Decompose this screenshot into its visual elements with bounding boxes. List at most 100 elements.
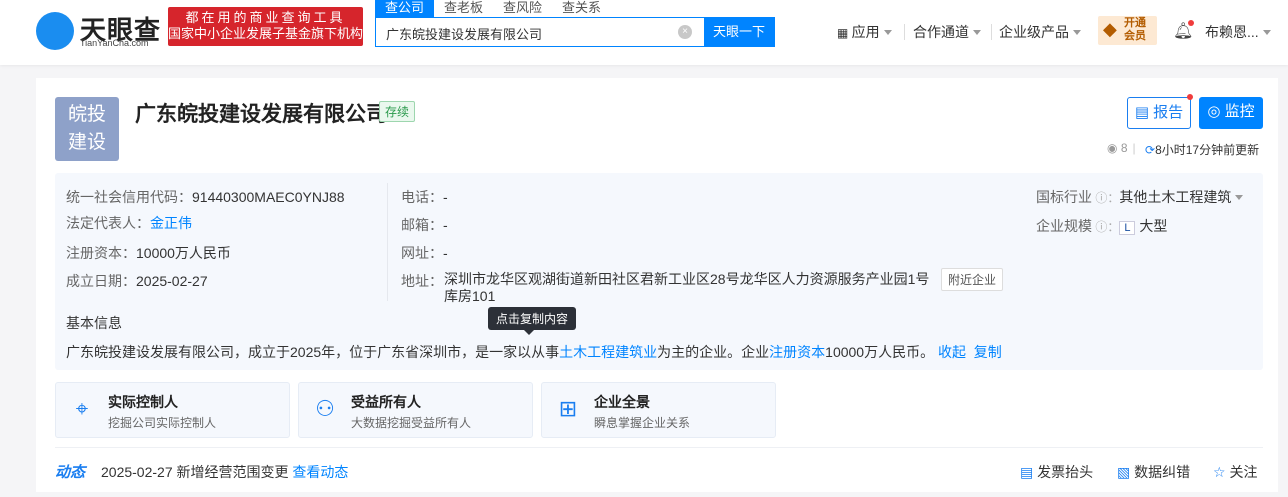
card-title: 企业全景 xyxy=(594,394,650,410)
monitor-label: 监控 xyxy=(1224,103,1255,120)
label: 企业规模 xyxy=(1036,218,1092,234)
phone: - xyxy=(443,189,448,205)
search-button[interactable]: 天眼一下 xyxy=(704,18,774,46)
tab-boss[interactable]: 查老板 xyxy=(434,0,493,17)
label: 统一社会信用代码： xyxy=(66,189,192,205)
report-button[interactable]: ▤ 报告 xyxy=(1127,97,1191,129)
divider xyxy=(991,24,992,40)
monitor-button[interactable]: ◎ 监控 xyxy=(1199,97,1263,129)
search-box: 广东皖投建设发展有限公司 × 天眼一下 xyxy=(375,17,775,47)
label: 国标行业 xyxy=(1036,189,1092,205)
copy-tooltip: 点击复制内容 xyxy=(488,307,577,335)
copy-link[interactable]: 复制 xyxy=(974,344,1002,360)
label: 邮箱： xyxy=(401,217,443,233)
desc-text: 为主的企业。企业 xyxy=(657,344,770,360)
industry-row[interactable]: 国标行业 ⓘ：其他土木工程建筑 xyxy=(1036,187,1244,207)
slogan-2: 国家中小企业发展子基金旗下机构 xyxy=(168,26,364,41)
person-icon: ⚇ xyxy=(315,396,335,421)
invoice-icon: ▤ xyxy=(1020,464,1038,480)
nav-enterprise[interactable]: 企业级产品 xyxy=(999,22,1081,42)
org-chart-icon: ⊞ xyxy=(558,396,578,421)
caret-icon xyxy=(1073,30,1081,39)
eye-icon: ◉ xyxy=(1107,141,1121,155)
company-name[interactable]: 广东皖投建设发展有限公司 xyxy=(135,98,387,128)
search-input[interactable]: 广东皖投建设发展有限公司 xyxy=(386,24,542,43)
divider xyxy=(387,183,388,301)
nav-partner-label: 合作通道 xyxy=(913,24,969,40)
credit-code-row[interactable]: 统一社会信用代码：91440300MAEC0YNJ88 xyxy=(66,187,345,207)
correct-label: 数据纠错 xyxy=(1134,464,1191,480)
scale-row: 企业规模 ⓘ： L 大型 xyxy=(1036,216,1167,236)
tab-risk[interactable]: 查风险 xyxy=(493,0,552,17)
desc-text: 10000万人民币。 xyxy=(825,344,935,360)
address[interactable]: 深圳市龙华区观湖街道新田社区君新工业区28号龙华区人力资源服务产业园1号库房10… xyxy=(444,271,934,305)
chevron-down-icon xyxy=(1235,195,1244,204)
label: 法定代表人： xyxy=(66,215,150,231)
dynamic-row: 2025-02-27 新增经营范围变更 查看动态 xyxy=(101,462,348,482)
slogan-banner[interactable]: 都在用的商业查询工具 国家中小企业发展子基金旗下机构 xyxy=(168,7,363,46)
address-label: 地址： xyxy=(401,273,443,289)
grid-icon: ▦ xyxy=(837,26,852,40)
document-icon: ▤ xyxy=(1134,104,1154,121)
label: 成立日期： xyxy=(66,273,136,289)
nav-partner[interactable]: 合作通道 xyxy=(913,22,981,42)
report-dot xyxy=(1187,94,1193,100)
legal-rep-row: 法定代表人：金正伟 xyxy=(66,213,192,233)
quick-card-panorama[interactable]: ⊞ 企业全景瞬息掌握企业关系 xyxy=(541,382,776,438)
industry-link[interactable]: 土木工程建筑业 xyxy=(559,344,657,360)
correct-icon: ▧ xyxy=(1117,464,1135,480)
slogan-1: 都在用的商业查询工具 xyxy=(185,10,346,25)
views: 8 xyxy=(1120,141,1128,155)
updated-text: 8小时17分钟前更新 xyxy=(1155,143,1260,157)
scale-badge: L xyxy=(1119,221,1136,235)
status-badge: 存续 xyxy=(379,101,416,122)
company-description: 广东皖投建设发展有限公司，成立于2025年，位于广东省深圳市，是一家以从事土木工… xyxy=(66,342,1002,362)
nav-apps[interactable]: ▦ 应用 xyxy=(837,22,892,42)
scale: 大型 xyxy=(1139,218,1168,234)
capital-row: 注册资本：10000万人民币 xyxy=(66,243,231,263)
tab-company[interactable]: 查公司 xyxy=(375,0,435,17)
invoice-button[interactable]: ▤ 发票抬头 xyxy=(1020,462,1093,482)
caret-icon xyxy=(883,30,892,39)
label: 网址： xyxy=(401,245,443,261)
collapse-link[interactable]: 收起 xyxy=(938,344,966,360)
vip-button[interactable]: ◆ 开通 会员 xyxy=(1098,16,1157,45)
nav-enterprise-label: 企业级产品 xyxy=(999,24,1069,40)
user-menu[interactable]: 布赖恩... xyxy=(1205,22,1271,42)
invoice-label: 发票抬头 xyxy=(1037,464,1094,480)
dynamic-label: 动态 xyxy=(55,464,86,481)
vip-1: 开通 xyxy=(1124,17,1146,29)
nearby-button[interactable]: 附近企业 xyxy=(941,268,1004,291)
search-tabs: 查公司 查老板 查风险 查关系 xyxy=(375,0,611,17)
logo-line-1: 皖投 xyxy=(67,104,106,125)
website: - xyxy=(443,245,448,261)
follow-button[interactable]: ☆ 关注 xyxy=(1213,462,1257,482)
quick-card-beneficiary[interactable]: ⚇ 受益所有人 大数据挖掘受益所有人 xyxy=(298,382,533,438)
view-count: ◉ 8 | xyxy=(1107,141,1136,155)
legal-rep-link[interactable]: 金正伟 xyxy=(150,215,192,231)
basic-info-title: 基本信息 xyxy=(66,315,122,331)
divider xyxy=(55,447,1263,448)
date: 2025-02-27 xyxy=(136,273,208,289)
star-icon: ☆ xyxy=(1213,464,1230,480)
vip-2: 会员 xyxy=(1124,30,1146,42)
tab-relation[interactable]: 查关系 xyxy=(552,0,611,17)
dynamic-text: 2025-02-27 新增经营范围变更 xyxy=(101,464,289,480)
card-title: 实际控制人 xyxy=(108,394,178,410)
quick-card-controller[interactable]: ⌖ 实际控制人 挖掘公司实际控制人 xyxy=(55,382,290,438)
caret-icon xyxy=(973,30,981,39)
vip-label: 开通 会员 xyxy=(1124,17,1146,43)
update-time[interactable]: ⟳8小时17分钟前更新 xyxy=(1145,141,1259,158)
user-name: 布赖恩... xyxy=(1205,24,1259,40)
view-dynamic-link[interactable]: 查看动态 xyxy=(292,464,348,480)
logo-icon[interactable] xyxy=(36,12,74,50)
capital-link[interactable]: 注册资本 xyxy=(769,344,825,360)
card-sub: 瞬息掌握企业关系 xyxy=(594,416,691,430)
correct-button[interactable]: ▧ 数据纠错 xyxy=(1117,462,1190,482)
card-title: 受益所有人 xyxy=(351,394,421,410)
email-row: 邮箱：- xyxy=(401,215,448,235)
clear-icon[interactable]: × xyxy=(678,25,692,39)
report-label: 报告 xyxy=(1153,104,1184,121)
follow-label: 关注 xyxy=(1229,464,1258,480)
logo-sub: TianYanCha.com xyxy=(80,38,149,48)
